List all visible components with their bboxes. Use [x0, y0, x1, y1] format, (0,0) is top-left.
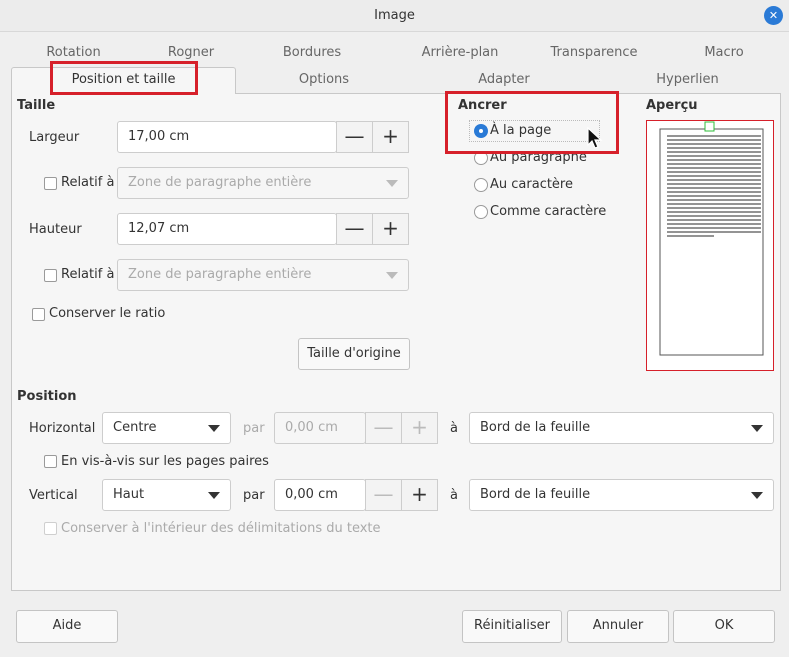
horizontal-by-input[interactable]: 0,00 cm [274, 412, 366, 444]
anchor-character-label: Au caractère [490, 177, 573, 192]
close-icon[interactable]: ✕ [764, 6, 783, 25]
width-increment-button[interactable]: + [372, 121, 409, 153]
tab-arriere-plan[interactable]: Arrière-plan [395, 42, 525, 64]
tab-options[interactable]: Options [278, 69, 370, 91]
width-relative-checkbox[interactable] [44, 177, 57, 190]
vertical-by-label: par [243, 488, 265, 503]
chevron-down-icon [208, 425, 220, 432]
width-decrement-button[interactable]: — [336, 121, 373, 153]
width-relative-label: Relatif à [61, 175, 115, 190]
highlight-box-tab [50, 61, 198, 95]
height-relative-checkbox[interactable] [44, 269, 57, 282]
vertical-by-input[interactable]: 0,00 cm [274, 479, 366, 511]
height-input[interactable]: 12,07 cm [117, 213, 337, 245]
chevron-down-icon [751, 492, 763, 499]
anchor-as-character-label: Comme caractère [490, 204, 607, 219]
page-preview-icon [659, 121, 764, 356]
horizontal-by-label: par [243, 421, 265, 436]
chevron-down-icon [386, 272, 398, 279]
horizontal-by-increment-button[interactable]: + [401, 412, 438, 444]
tab-transparence[interactable]: Transparence [535, 42, 653, 64]
keep-ratio-checkbox[interactable] [32, 308, 45, 321]
anchor-character-radio[interactable] [474, 178, 488, 192]
horizontal-to-label: à [450, 421, 458, 436]
dialog-title: Image [374, 8, 415, 23]
mirror-label: En vis-à-vis sur les pages paires [61, 454, 269, 469]
mouse-pointer-icon [587, 126, 603, 149]
vertical-by-increment-button[interactable]: + [401, 479, 438, 511]
vertical-by-decrement-button[interactable]: — [365, 479, 402, 511]
height-decrement-button[interactable]: — [336, 213, 373, 245]
ok-button[interactable]: OK [673, 610, 775, 643]
size-heading: Taille [17, 98, 56, 113]
chevron-down-icon [751, 425, 763, 432]
chevron-down-icon [208, 492, 220, 499]
horizontal-to-select[interactable]: Bord de la feuille [469, 412, 774, 444]
preview-heading: Aperçu [646, 98, 698, 113]
vertical-label: Vertical [29, 488, 78, 503]
tab-hyperlien[interactable]: Hyperlien [640, 69, 735, 91]
keep-inside-checkbox[interactable] [44, 522, 57, 535]
keep-inside-label: Conserver à l'intérieur des délimitation… [61, 521, 381, 536]
original-size-button[interactable]: Taille d'origine [298, 338, 410, 370]
position-heading: Position [17, 389, 77, 404]
horizontal-label: Horizontal [29, 421, 96, 436]
cancel-button[interactable]: Annuler [567, 610, 669, 643]
vertical-to-select[interactable]: Bord de la feuille [469, 479, 774, 511]
keep-ratio-label: Conserver le ratio [49, 306, 166, 321]
vertical-to-label: à [450, 488, 458, 503]
height-relative-label: Relatif à [61, 267, 115, 282]
help-button[interactable]: Aide [16, 610, 118, 643]
tab-bordures[interactable]: Bordures [262, 42, 362, 64]
anchor-as-character-radio[interactable] [474, 205, 488, 219]
tab-adapter[interactable]: Adapter [458, 69, 550, 91]
width-label: Largeur [29, 130, 80, 145]
width-input[interactable]: 17,00 cm [117, 121, 337, 153]
width-relative-select[interactable]: Zone de paragraphe entière [117, 167, 409, 199]
mirror-checkbox[interactable] [44, 455, 57, 468]
horizontal-by-decrement-button[interactable]: — [365, 412, 402, 444]
reset-button[interactable]: Réinitialiser [462, 610, 562, 643]
chevron-down-icon [386, 180, 398, 187]
height-label: Hauteur [29, 222, 82, 237]
tab-macro[interactable]: Macro [690, 42, 758, 64]
height-increment-button[interactable]: + [372, 213, 409, 245]
height-relative-select[interactable]: Zone de paragraphe entière [117, 259, 409, 291]
